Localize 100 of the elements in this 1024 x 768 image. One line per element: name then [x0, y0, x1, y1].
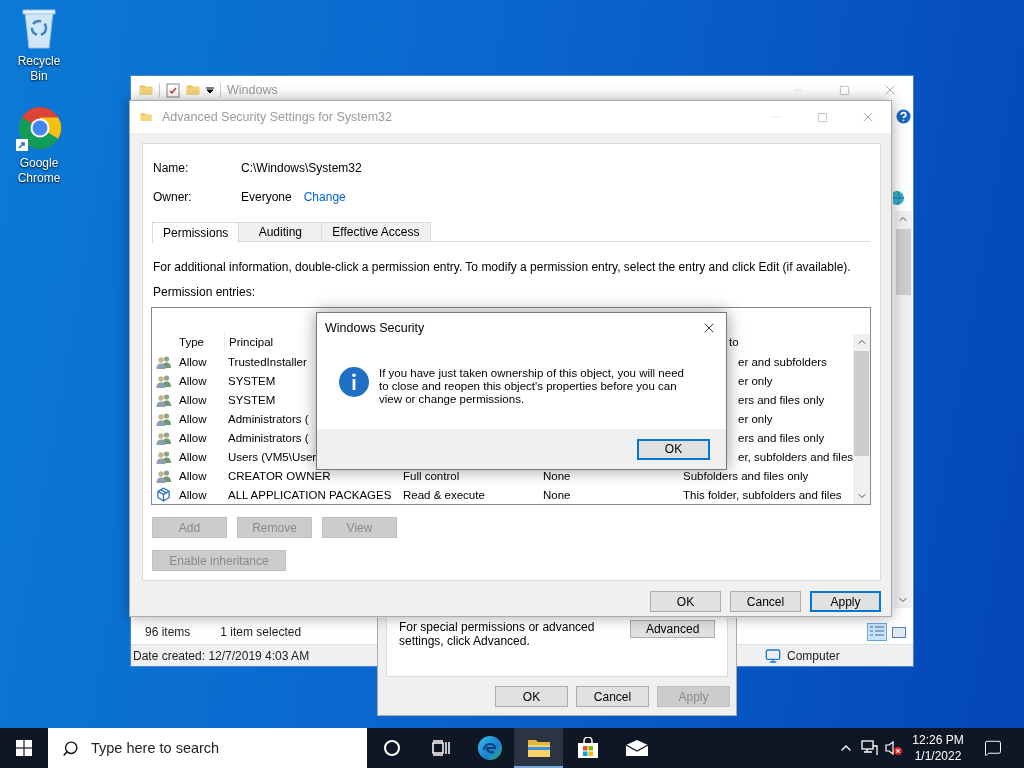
table-cell: er only: [738, 374, 773, 387]
table-cell: Administrators (: [228, 431, 309, 444]
folder-icon: [140, 112, 152, 122]
table-cell: Subfolders and files only: [683, 469, 809, 482]
search-icon: [62, 739, 79, 757]
window-title: Advanced Security Settings for System32: [162, 110, 392, 124]
dialog-button[interactable]: OK: [495, 686, 568, 707]
table-cell: TrustedInstaller: [228, 355, 307, 368]
circle-icon: [382, 739, 401, 757]
date-created: Date created: 12/7/2019 4:03 AM: [133, 648, 310, 663]
help-icon[interactable]: [893, 107, 913, 126]
tab[interactable]: Effective Access: [321, 222, 431, 242]
dialog-button[interactable]: Cancel: [730, 591, 801, 612]
clock-date: 1/1/2022: [914, 748, 962, 764]
advanced-note: For special permissions or advanced settings, click Advanced.: [399, 620, 596, 648]
users-icon: [155, 392, 172, 407]
computer-icon: [765, 647, 781, 664]
table-cell: Allow: [179, 488, 207, 501]
speech-bubble-icon: [984, 739, 1002, 757]
scrollbar[interactable]: [894, 211, 912, 608]
table-cell: Allow: [179, 355, 207, 368]
clock-time: 12:26 PM: [912, 732, 964, 748]
dialog-button[interactable]: OK: [650, 591, 721, 612]
table-cell: Allow: [179, 412, 207, 425]
folder-icon: [139, 84, 153, 96]
dialog-title: Windows Security: [325, 321, 425, 335]
edge-icon: [476, 735, 503, 761]
dropdown-arrow-icon[interactable]: [206, 86, 214, 94]
users-icon: [155, 468, 172, 483]
tab[interactable]: Auditing: [238, 222, 323, 242]
clock[interactable]: 12:26 PM 1/1/2022: [906, 732, 970, 764]
table-cell: Allow: [179, 393, 207, 406]
table-cell: Full control: [403, 469, 460, 482]
chrome-icon[interactable]: [16, 106, 62, 152]
desktop-icon-label[interactable]: Google Chrome: [9, 156, 69, 186]
tab[interactable]: Permissions: [152, 222, 240, 243]
search-box[interactable]: Type here to search: [48, 728, 367, 768]
new-folder-icon: [186, 84, 200, 96]
selection-count: 1 item selected: [220, 625, 302, 639]
table-cell: This folder, subfolders and files: [683, 488, 842, 501]
table-cell: None: [543, 469, 571, 482]
dialog-button[interactable]: Apply: [810, 591, 881, 612]
scrollbar-thumb[interactable]: [895, 229, 911, 295]
change-link[interactable]: Change: [303, 189, 346, 204]
table-cell: Users (VM5\User: [228, 450, 317, 463]
store-bag-icon: [576, 737, 599, 759]
entries-label: Permission entries:: [153, 285, 257, 299]
list-icon: [870, 626, 884, 638]
table-cell: None: [543, 488, 571, 501]
users-icon: [155, 430, 172, 445]
network-icon: [861, 740, 879, 756]
name-label: Name:: [153, 160, 190, 175]
properties-icon[interactable]: [166, 82, 180, 98]
item-count: 96 items: [145, 625, 191, 639]
table-cell: Allow: [179, 431, 207, 444]
table-cell: SYSTEM: [228, 374, 276, 387]
mail-icon: [624, 739, 649, 757]
details-view-button[interactable]: [867, 623, 887, 641]
table-cell: er and subfolders: [738, 355, 827, 368]
scrollbar[interactable]: [853, 334, 870, 504]
owner-label: Owner:: [153, 189, 193, 204]
search-field[interactable]: Type here to search: [89, 739, 367, 757]
users-icon: [155, 411, 172, 426]
table-cell: ers and files only: [738, 393, 825, 406]
table-cell: Administrators (: [228, 412, 309, 425]
users-icon: [155, 354, 172, 369]
recycle-bin-icon[interactable]: [19, 6, 59, 50]
column-header[interactable]: Type: [175, 332, 224, 352]
table-cell: ers and files only: [738, 431, 825, 444]
table-cell: SYSTEM: [228, 393, 276, 406]
table-cell: Read & execute: [403, 488, 485, 501]
maximize-icon: [838, 84, 850, 96]
message-text: If you have just taken ownership of this object, you will need to close and reopen this object's properties before you can view or change permissions.: [379, 367, 685, 406]
users-icon: [155, 373, 172, 388]
dialog-button[interactable]: Cancel: [576, 686, 649, 707]
name-value: C:\Windows\System32: [241, 160, 363, 175]
location-label: Computer: [787, 648, 840, 663]
table-cell: Allow: [179, 450, 207, 463]
maximize-icon: [816, 111, 828, 123]
info-text: For additional information, double-click a permission entry. To modify a permission entry, select the entry and click Edit (if available).: [153, 260, 852, 274]
table-cell: ALL APPLICATION PACKAGES: [228, 488, 392, 501]
desktop-icon-label[interactable]: Recycle Bin: [9, 54, 69, 84]
ok-button[interactable]: OK: [637, 438, 710, 460]
table-cell: er, subfolders and files: [738, 450, 854, 463]
table-cell: Allow: [179, 469, 207, 482]
image-icon: [892, 626, 906, 638]
taskbar-button[interactable]: [514, 728, 563, 768]
task-view-icon: [431, 740, 450, 756]
table-cell: er only: [738, 412, 773, 425]
table-cell: CREATOR OWNER: [228, 469, 331, 482]
muted-speaker-icon: [885, 740, 903, 756]
windows-logo-icon: [16, 740, 32, 756]
scrollbar-thumb[interactable]: [854, 351, 870, 456]
owner-value: Everyone: [241, 189, 292, 204]
advanced-button[interactable]: Advanced: [630, 620, 715, 638]
table-cell: Allow: [179, 374, 207, 387]
package-icon: [156, 487, 171, 502]
window-title: Windows: [227, 83, 278, 97]
info-icon: [339, 367, 369, 397]
users-icon: [155, 449, 172, 464]
